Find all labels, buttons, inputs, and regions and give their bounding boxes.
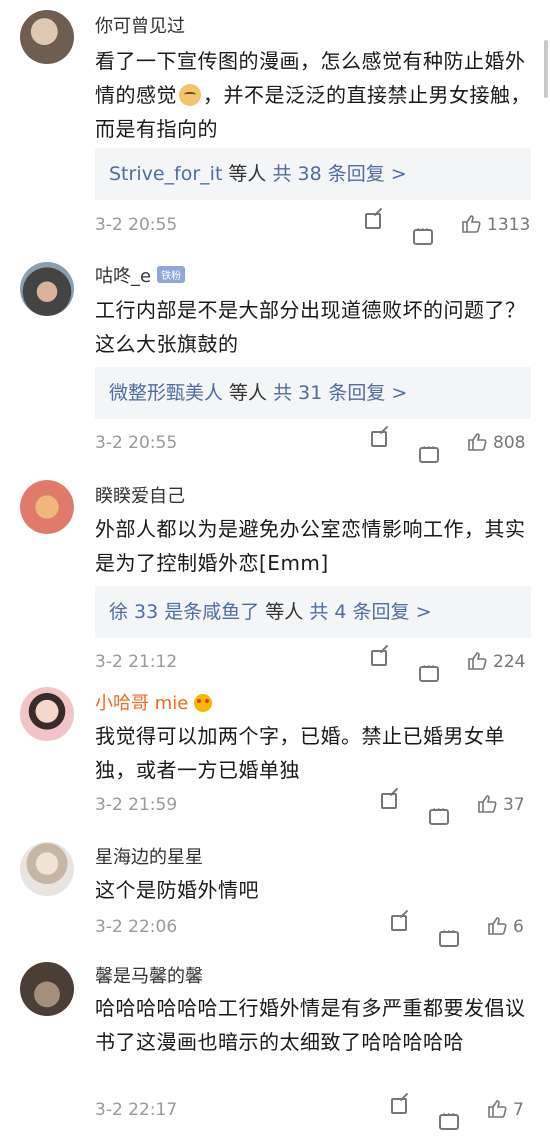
- like-button[interactable]: 6: [487, 912, 524, 942]
- like-icon: [462, 215, 481, 233]
- comment-username[interactable]: 咕咚_e 铁粉: [95, 262, 186, 288]
- reply-etc: 等人: [223, 382, 274, 404]
- reply-summary[interactable]: 徐 33 是条咸鱼了 等人 共 4 条回复 >: [95, 586, 531, 638]
- avatar[interactable]: [20, 480, 74, 534]
- like-icon: [478, 795, 497, 813]
- like-icon: [468, 433, 487, 451]
- like-button[interactable]: 1313: [461, 210, 530, 240]
- comment-item: 睽睽爱自己 外部人都以为是避免办公室恋情影响工作，其实是为了控制婚外恋[Emm]…: [0, 470, 550, 685]
- share-icon[interactable]: [365, 213, 381, 229]
- comment-username[interactable]: 你可曾见过: [95, 12, 185, 38]
- reply-summary[interactable]: 微整形甄美人 等人 共 31 条回复 >: [95, 367, 531, 419]
- comment-time: 3-2 20:55: [95, 433, 178, 453]
- comment-meta: 3-2 21:12 224: [95, 647, 535, 682]
- like-icon: [488, 1100, 507, 1118]
- reply-author[interactable]: Strive_for_it: [109, 163, 222, 185]
- comment-time: 3-2 21:59: [95, 795, 178, 815]
- like-icon: [488, 917, 507, 935]
- reply-author[interactable]: 徐 33 是条咸鱼了: [109, 601, 259, 623]
- comment-text: 外部人都以为是避免办公室恋情影响工作，其实是为了控制婚外恋[Emm]: [95, 517, 526, 575]
- comment-username[interactable]: 星海边的星星: [95, 843, 203, 869]
- comment-item: 小哈哥 mie 我觉得可以加两个字，已婚。禁止已婚男女单独，或者一方已婚单独 3…: [0, 685, 550, 825]
- comment-item: 馨是马馨的馨 哈哈哈哈哈哈工行婚外情是有多严重都要发倡议书了这漫画也暗示的太细致…: [0, 958, 550, 1137]
- fan-badge: 铁粉: [157, 266, 186, 283]
- comment-time: 3-2 22:06: [95, 917, 178, 937]
- username-text[interactable]: 小哈哥 mie: [95, 693, 188, 714]
- comment-item: 你可曾见过 看了一下宣传图的漫画，怎么感觉有种防止婚外情的感觉 ，并不是泛泛的直接…: [0, 0, 550, 245]
- reply-author[interactable]: 微整形甄美人: [109, 382, 223, 404]
- comment-text: 哈哈哈哈哈哈工行婚外情是有多严重都要发倡议书了这漫画也暗示的太细致了哈哈哈哈哈: [95, 996, 526, 1054]
- comment-icon[interactable]: [413, 222, 433, 245]
- like-count: 1313: [487, 215, 531, 235]
- comment-meta: 3-2 21:59 37: [95, 790, 535, 825]
- comment-meta: 3-2 22:17 7: [95, 1095, 535, 1130]
- comment-item: 咕咚_e 铁粉 工行内部是不是大部分出现道德败坏的问题了？这么大张旗鼓的 微整形甄…: [0, 250, 550, 465]
- like-button[interactable]: 7: [487, 1095, 524, 1125]
- share-icon[interactable]: [371, 431, 387, 447]
- avatar[interactable]: [20, 262, 74, 316]
- comment-username[interactable]: 小哈哥 mie: [95, 689, 213, 715]
- comment-text: 我觉得可以加两个字，已婚。禁止已婚男女单独，或者一方已婚单独: [95, 724, 505, 782]
- reply-count-link[interactable]: 共 38 条回复 >: [272, 163, 406, 185]
- like-count: 7: [513, 1100, 524, 1120]
- like-count: 37: [503, 795, 525, 815]
- avatar[interactable]: [20, 687, 74, 741]
- reply-summary[interactable]: Strive_for_it 等人 共 38 条回复 >: [95, 148, 531, 200]
- comment-time: 3-2 22:17: [95, 1100, 178, 1120]
- comment-icon[interactable]: [419, 440, 439, 463]
- like-count: 6: [513, 917, 524, 937]
- comment-time: 3-2 20:55: [95, 215, 178, 235]
- share-icon[interactable]: [391, 915, 407, 931]
- comment-username[interactable]: 馨是马馨的馨: [95, 962, 203, 988]
- comment-item: 星海边的星星 这个是防婚外情吧 3-2 22:06 6: [0, 838, 550, 948]
- like-count: 808: [493, 433, 526, 453]
- doge-emoji: [179, 84, 201, 106]
- comment-text: 这个是防婚外情吧: [95, 878, 259, 902]
- comment-meta: 3-2 20:55 1313: [95, 210, 535, 245]
- comment-text: 工行内部是不是大部分出现道德败坏的问题了？这么大张旗鼓的: [95, 298, 526, 356]
- username-text[interactable]: 咕咚_e: [95, 266, 151, 287]
- reply-etc: 等人: [259, 601, 310, 623]
- avatar[interactable]: [20, 962, 74, 1016]
- comment-meta: 3-2 22:06 6: [95, 912, 535, 947]
- vip-emoji-badge: [194, 694, 213, 712]
- share-icon[interactable]: [381, 793, 397, 809]
- share-icon[interactable]: [371, 650, 387, 666]
- like-button[interactable]: 37: [477, 790, 525, 820]
- comment-icon[interactable]: [419, 659, 439, 682]
- comment-icon[interactable]: [439, 1107, 459, 1130]
- like-count: 224: [493, 652, 526, 672]
- comment-icon[interactable]: [429, 802, 449, 825]
- like-icon: [468, 652, 487, 670]
- like-button[interactable]: 808: [467, 428, 525, 458]
- avatar[interactable]: [20, 842, 74, 896]
- reply-count-link[interactable]: 共 31 条回复 >: [273, 382, 407, 404]
- comment-text: 看了一下宣传图的漫画，怎么感觉有种防止婚外情的感觉 ，并不是泛泛的直接禁止男女接触…: [95, 49, 531, 141]
- avatar[interactable]: [20, 10, 74, 64]
- reply-etc: 等人: [222, 163, 273, 185]
- reply-count-link[interactable]: 共 4 条回复 >: [309, 601, 431, 623]
- share-icon[interactable]: [391, 1098, 407, 1114]
- comment-username[interactable]: 睽睽爱自己: [95, 482, 185, 508]
- comment-time: 3-2 21:12: [95, 652, 178, 672]
- comment-meta: 3-2 20:55 808: [95, 428, 535, 463]
- comment-icon[interactable]: [439, 924, 459, 947]
- like-button[interactable]: 224: [467, 647, 525, 677]
